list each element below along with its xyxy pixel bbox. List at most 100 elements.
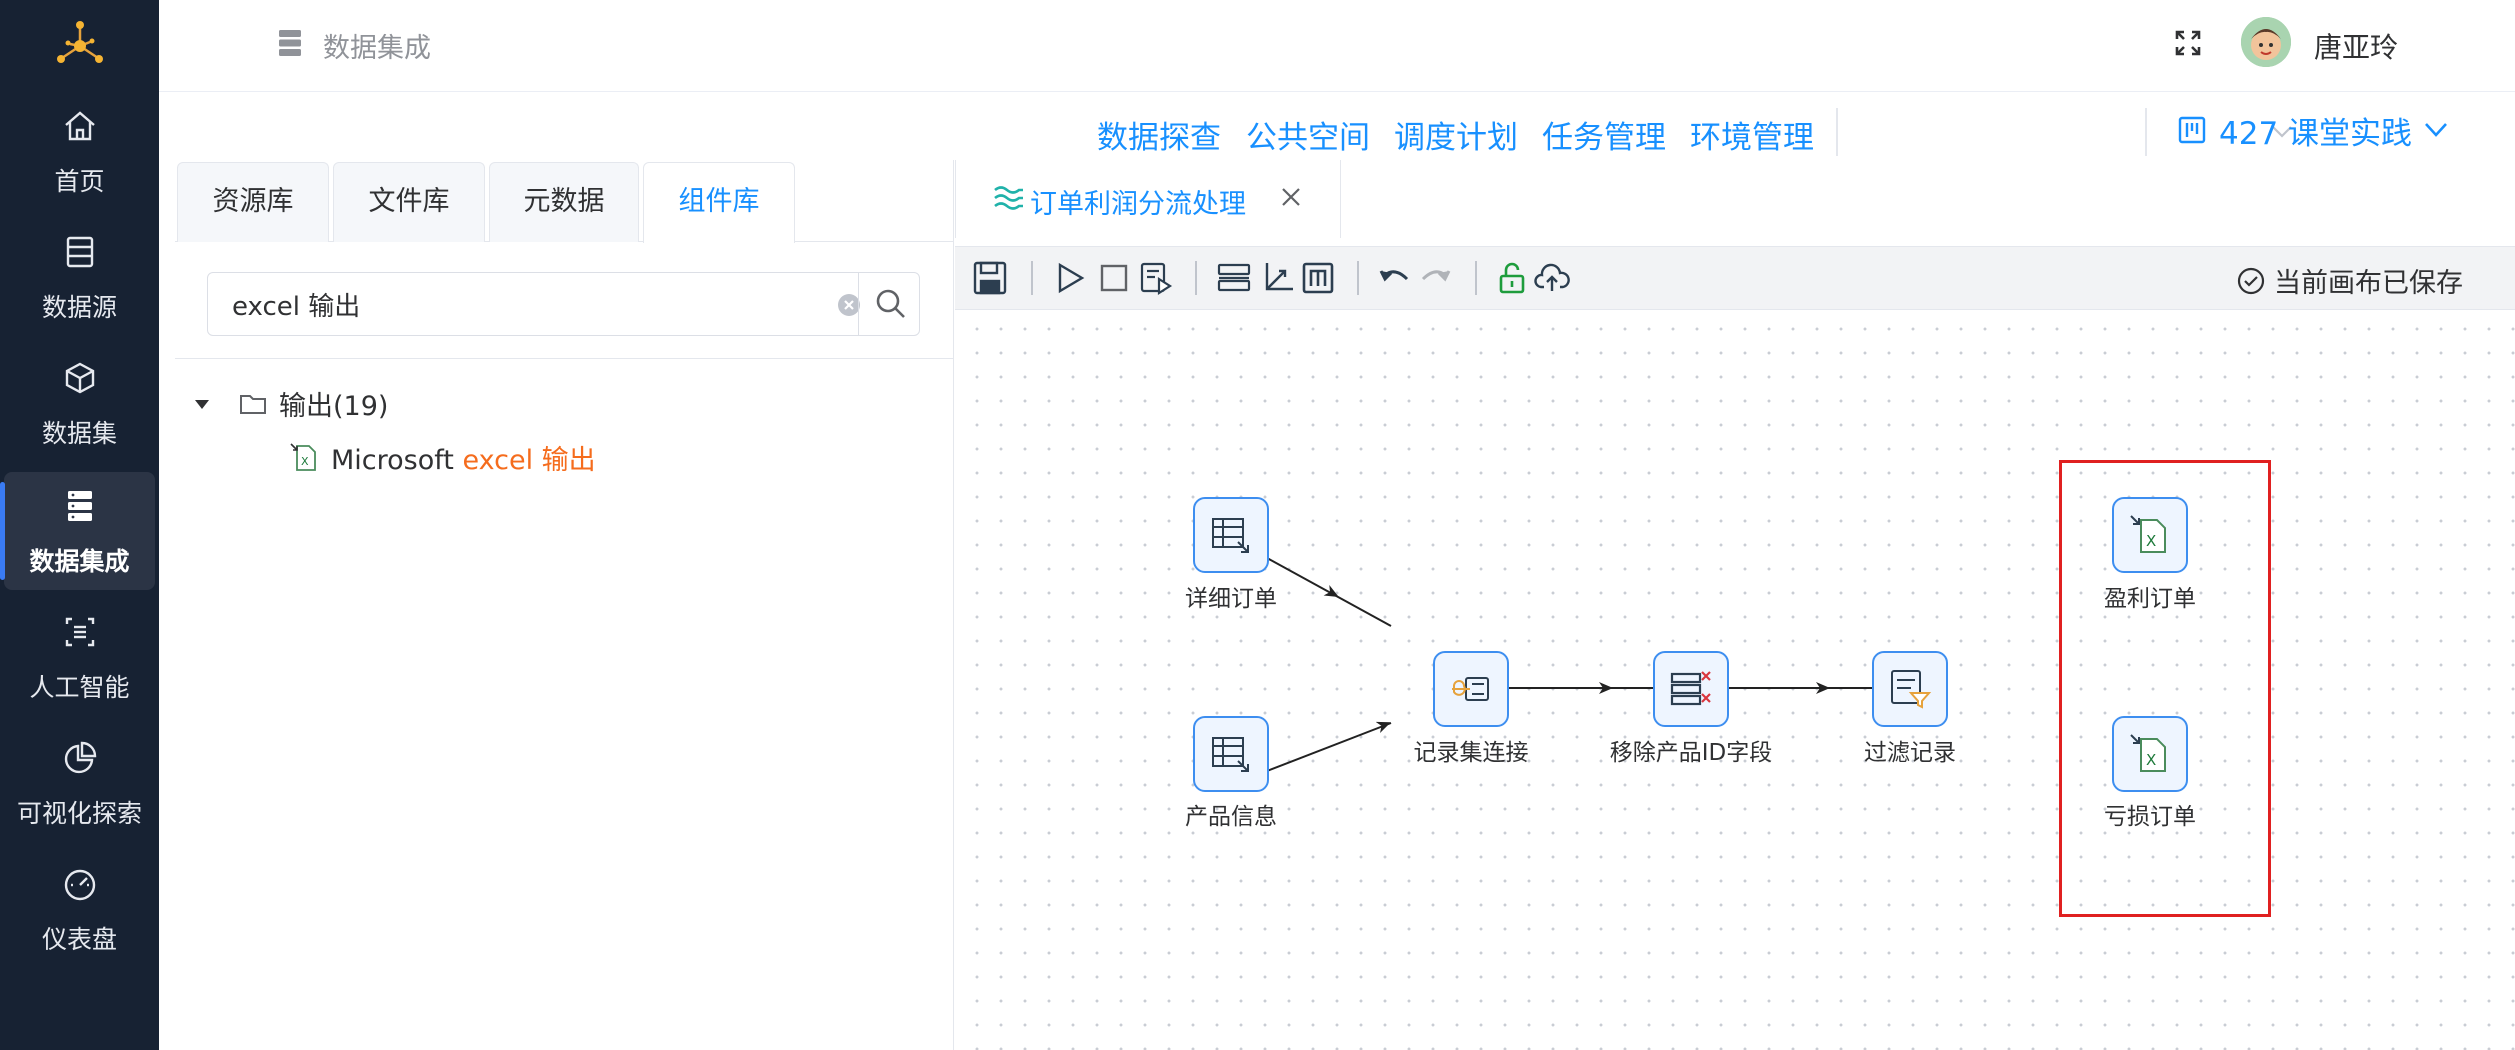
folder-icon [240,394,266,414]
sidebar-item-label: 数据源 [41,293,117,322]
sidebar-item-label: 首页 [54,167,105,196]
nav-divider [2145,108,2147,156]
nav-link-task-management[interactable]: 任务管理 [1542,112,1666,157]
tree-folder-output[interactable]: 输出(19) [193,384,388,423]
sidebar-item-dataset[interactable]: 数据集 [4,344,155,462]
toolbar-divider [1195,261,1197,295]
check-circle-icon [2237,267,2265,294]
axis-icon[interactable] [1259,259,1297,297]
undo-icon[interactable] [1375,259,1413,297]
stop-icon[interactable] [1095,259,1133,297]
app-root: 首页 数据源 数据集 数据集成 人工智能 可视化探索 仪表盘 数据集成 唐亚玲 … [0,0,2515,1050]
close-icon[interactable] [1280,186,1302,208]
run-icon[interactable] [1051,259,1089,297]
edge-detail-to-join [1266,557,1392,627]
avatar-icon [2241,17,2291,67]
tab-component-library[interactable]: 组件库 [643,162,795,243]
search-box [207,272,920,336]
edge-product-to-join [1266,722,1392,772]
gauge-icon [64,869,96,901]
fullscreen-icon[interactable] [2171,26,2205,60]
flow-node-remove-product-id[interactable] [1653,651,1729,727]
app-logo-icon[interactable] [50,16,110,76]
excel-output-icon: X [290,442,316,471]
search-icon [876,289,905,318]
align-icon[interactable] [1215,259,1253,297]
tab-resource-library[interactable]: 资源库 [177,162,329,242]
top-nav: 数据探查 公共空间 调度计划 任务管理 环境管理 427 课堂实践 [159,92,2515,160]
component-panel: 资源库 文件库 元数据 组件库 输出(19) [175,160,954,1050]
redo-icon[interactable] [1417,259,1455,297]
flow-canvas[interactable]: 详细订单 产品信息 记录集连接 移除产品ID字段 过滤记录 X 盈利订单 X 亏… [955,311,2515,1050]
saved-status-text: 当前画布已保存 [2274,268,2463,299]
sidebar-item-label: 可视化探索 [16,799,142,828]
divider [175,358,954,359]
sidebar-item-home[interactable]: 首页 [4,92,155,210]
tree-folder-label: 输出(19) [279,391,389,422]
nav-link-env-management[interactable]: 环境管理 [1690,112,1814,157]
flow-node-detail-orders[interactable] [1193,497,1269,573]
search-input[interactable] [208,273,848,335]
tree-item-prefix: Microsoft [331,445,463,476]
tab-file-library[interactable]: 文件库 [333,162,485,242]
preview-run-icon[interactable] [1137,259,1175,297]
breadcrumb: 数据集成 [323,33,431,64]
database-icon [279,30,301,56]
avatar[interactable] [2241,17,2291,67]
user-name[interactable]: 唐亚玲 [2314,26,2398,66]
flow-node-product-info[interactable] [1193,716,1269,792]
toolbar-divider [1357,261,1359,295]
chevron-down-icon [2425,123,2447,137]
sidebar-item-label: 数据集成 [29,547,130,576]
project-name: 427 课堂实践 [2219,115,2413,152]
tree-item-excel-output[interactable]: X Microsoft excel 输出 [289,438,596,477]
flow-waves-icon [994,186,1023,210]
tree-item-label: Microsoft excel 输出 [331,438,596,477]
home-icon [65,111,95,141]
caret-down-icon[interactable] [193,397,211,411]
sidebar-item-ai[interactable]: 人工智能 [4,598,155,716]
nav-divider [1836,108,1838,156]
sidebar-item-label: 数据集 [41,419,117,448]
editor-tab[interactable]: 订单利润分流处理 [955,160,1341,238]
editor-toolbar: 当前画布已保存 [955,246,2515,310]
cube-icon [65,362,95,394]
flow-node-label: 过滤记录 [1864,740,1956,766]
flow-node-label: 详细订单 [1185,586,1277,612]
flow-node-label: 移除产品ID字段 [1609,740,1773,766]
nav-link-schedule[interactable]: 调度计划 [1394,112,1518,157]
sidebar-item-visual-explore[interactable]: 可视化探索 [4,724,155,842]
canvas-saved-status: 当前画布已保存 [2236,261,2463,300]
flow-editor: 订单利润分流处理 当前画布已保存 详细订单 产品信息 记录集连接 移除产品ID字… [955,160,2515,1050]
project-board-icon [2178,116,2206,144]
nav-link-data-explore[interactable]: 数据探查 [1097,112,1221,157]
table-input-icon [1212,737,1249,772]
sidebar: 首页 数据源 数据集 数据集成 人工智能 可视化探索 仪表盘 [0,0,159,1050]
upload-cloud-icon[interactable] [1533,259,1571,297]
sidebar-item-datasource[interactable]: 数据源 [4,218,155,336]
save-icon[interactable] [971,259,1009,297]
selection-highlight-box [2059,460,2271,917]
sidebar-item-label: 人工智能 [29,673,130,702]
panel-tabs: 资源库 文件库 元数据 组件库 [175,160,954,243]
app-header: 数据集成 唐亚玲 [159,0,2515,92]
sidebar-item-data-integration[interactable]: 数据集成 [0,472,155,590]
svg-text:X: X [301,455,309,468]
database-icon [66,236,94,268]
join-icon [1452,677,1489,701]
sidebar-item-dashboard[interactable]: 仪表盘 [4,850,155,968]
search-highlight: excel 输出 [462,445,596,476]
search-button[interactable] [858,273,921,335]
flow-node-label: 产品信息 [1185,804,1277,830]
nav-link-public-space[interactable]: 公共空间 [1246,112,1370,157]
module-icon[interactable] [1299,259,1337,297]
flow-node-filter-records[interactable] [1872,651,1948,727]
tab-metadata[interactable]: 元数据 [489,162,639,242]
project-selector[interactable]: 427 课堂实践 [2177,110,2450,152]
unlock-icon[interactable] [1493,259,1531,297]
ai-icon [65,617,95,647]
toolbar-divider [1031,261,1033,295]
pie-chart-icon [64,741,97,774]
flow-node-recordset-join[interactable] [1433,651,1509,727]
table-input-icon [1212,518,1249,553]
